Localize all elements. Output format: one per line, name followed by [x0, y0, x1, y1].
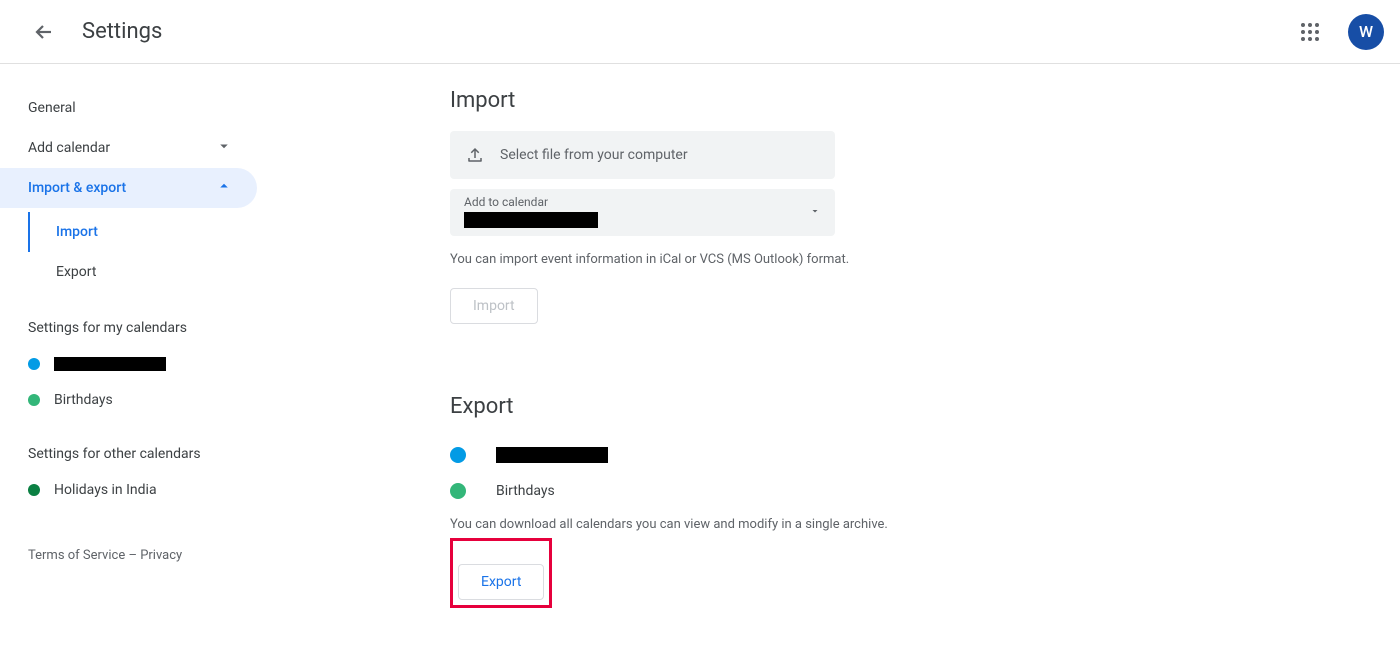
terms-link[interactable]: Terms of Service	[28, 548, 125, 563]
back-button[interactable]	[24, 12, 64, 52]
calendar-name	[54, 357, 166, 371]
calendar-row[interactable]	[0, 346, 265, 382]
export-button[interactable]: Export	[458, 564, 544, 600]
sidebar-subitem-import[interactable]: Import	[28, 212, 265, 252]
export-section: Export Birthdays You can download all ca…	[450, 394, 1325, 609]
account-avatar[interactable]: W	[1348, 14, 1384, 50]
footer-sep: –	[125, 548, 140, 563]
sidebar-item-add-calendar[interactable]: Add calendar	[0, 128, 257, 168]
sidebar-subitem-label: Import	[56, 224, 98, 240]
select-file-button[interactable]: Select file from your computer	[450, 131, 835, 179]
calendar-name	[496, 447, 608, 463]
calendar-row[interactable]: Holidays in India	[0, 472, 265, 508]
import-title: Import	[450, 88, 1325, 113]
export-title: Export	[450, 394, 1325, 419]
calendar-name: Holidays in India	[54, 482, 157, 498]
sidebar-subitem-label: Export	[56, 264, 96, 280]
privacy-link[interactable]: Privacy	[140, 548, 182, 563]
sidebar: General Add calendar Import & export Imp…	[0, 64, 265, 648]
sidebar-item-label: Import & export	[28, 180, 126, 196]
calendar-color-dot	[450, 483, 466, 499]
add-to-calendar-value	[464, 212, 598, 228]
calendar-name: Birthdays	[496, 483, 555, 499]
upload-icon	[466, 146, 484, 164]
export-calendar-list: Birthdays	[450, 437, 1325, 509]
arrow-left-icon	[32, 20, 56, 44]
export-calendar-row: Birthdays	[450, 473, 1325, 509]
dropdown-icon	[809, 205, 821, 221]
export-highlight: Export	[450, 538, 552, 608]
select-file-label: Select file from your computer	[500, 147, 688, 163]
footer-links: Terms of Service – Privacy	[0, 508, 265, 573]
chevron-down-icon	[215, 137, 233, 159]
page-title: Settings	[82, 19, 162, 44]
calendar-name: Birthdays	[54, 392, 113, 408]
calendar-color-dot	[28, 484, 40, 496]
header-bar: Settings W	[0, 0, 1400, 64]
add-to-calendar-select[interactable]: Add to calendar	[450, 189, 835, 236]
export-button-label: Export	[481, 574, 521, 590]
apps-launcher-button[interactable]	[1290, 12, 1330, 52]
main-content: Import Select file from your computer Ad…	[265, 64, 1365, 648]
header-right: W	[1290, 12, 1384, 52]
export-calendar-row	[450, 437, 1325, 473]
sidebar-item-import-export[interactable]: Import & export	[0, 168, 257, 208]
apps-grid-icon	[1301, 23, 1319, 41]
import-button[interactable]: Import	[450, 288, 538, 324]
header-left: Settings	[24, 12, 162, 52]
import-button-label: Import	[473, 298, 515, 314]
chevron-up-icon	[215, 177, 233, 199]
export-help-text: You can download all calendars you can v…	[450, 515, 1325, 535]
add-to-calendar-label: Add to calendar	[464, 195, 821, 209]
sidebar-item-label: General	[28, 100, 76, 116]
calendar-color-dot	[28, 358, 40, 370]
sidebar-item-general[interactable]: General	[0, 88, 257, 128]
calendar-color-dot	[450, 447, 466, 463]
import-section: Import Select file from your computer Ad…	[450, 88, 1325, 324]
sidebar-subitem-export[interactable]: Export	[28, 252, 265, 292]
sidebar-heading-my-calendars: Settings for my calendars	[0, 320, 265, 336]
calendar-row[interactable]: Birthdays	[0, 382, 265, 418]
sidebar-sublist: Import Export	[0, 212, 265, 292]
calendar-color-dot	[28, 394, 40, 406]
import-help-text: You can import event information in iCal…	[450, 250, 1325, 270]
sidebar-item-label: Add calendar	[28, 140, 110, 156]
sidebar-heading-other-calendars: Settings for other calendars	[0, 446, 265, 462]
